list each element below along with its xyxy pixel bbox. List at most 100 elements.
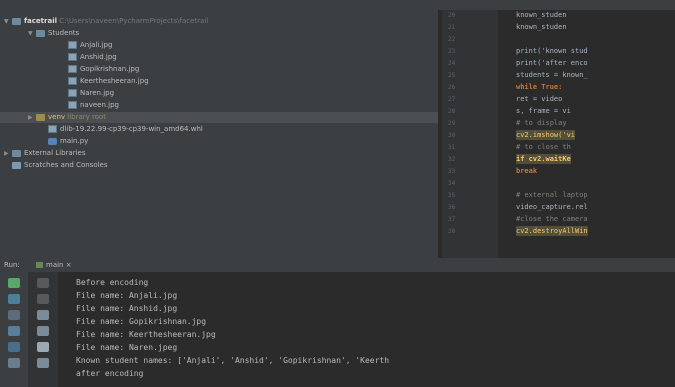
title-bar <box>0 0 675 10</box>
tree-folder-students[interactable]: ▼ Students <box>28 28 79 39</box>
scratches-icon <box>12 161 21 169</box>
wrench-icon[interactable] <box>8 294 20 304</box>
folder-icon <box>36 29 45 37</box>
root-path: C:\Users\naveen\PycharmProjects\facetrai… <box>59 17 209 25</box>
line-number: 25 <box>448 72 456 79</box>
file-label: dlib-19.22.99-cp39-cp39-win_amd64.whl <box>60 125 203 133</box>
venv-sublabel: library root <box>67 113 107 121</box>
print-icon[interactable] <box>8 342 20 352</box>
image-file-icon <box>68 77 77 85</box>
console-line: after encoding <box>76 369 144 378</box>
tree-file[interactable]: Anjali.jpg <box>68 40 112 51</box>
file-label: Anshid.jpg <box>80 53 117 61</box>
code-line: # external laptop <box>516 191 588 199</box>
chevron-right-icon[interactable]: ▶ <box>4 148 12 159</box>
tree-file-whl[interactable]: dlib-19.22.99-cp39-cp39-win_amd64.whl <box>48 124 203 135</box>
code-line: ret = video <box>516 95 563 103</box>
up-icon[interactable] <box>37 278 49 288</box>
tree-label: Scratches and Consoles <box>24 161 108 169</box>
chevron-down-icon[interactable]: ▼ <box>28 28 36 39</box>
pin-icon[interactable] <box>8 310 20 320</box>
code-line: #close the camera <box>516 215 588 223</box>
tab-main[interactable]: main × <box>36 258 72 272</box>
line-number: 23 <box>448 48 456 55</box>
tree-label: External Libraries <box>24 149 86 157</box>
line-number: 34 <box>448 180 456 187</box>
image-file-icon <box>68 101 77 109</box>
code-line: print('known stud <box>516 47 588 55</box>
tree-file[interactable]: Keerthesheeran.jpg <box>68 76 149 87</box>
line-number: 38 <box>448 228 456 235</box>
layout-icon[interactable] <box>37 342 49 352</box>
python-run-icon <box>36 262 43 268</box>
tab-label: main <box>46 261 64 269</box>
folder-icon <box>12 17 21 25</box>
editor-gutter: 20 21 22 23 24 25 26 27 28 29 30 31 32 33 34 35 36 37 38 <box>442 10 498 258</box>
code-line: cv2.imshow('vi <box>516 130 576 140</box>
image-file-icon <box>68 41 77 49</box>
line-number: 26 <box>448 84 456 91</box>
tree-scratches[interactable]: Scratches and Consoles <box>12 160 108 171</box>
tree-folder-venv[interactable]: ▶ venv library root <box>0 112 438 123</box>
scroll-icon[interactable] <box>8 326 20 336</box>
library-icon <box>12 149 21 157</box>
trash-icon[interactable] <box>8 358 20 368</box>
tree-file[interactable]: Gopikrishnan.jpg <box>68 64 139 75</box>
file-label: main.py <box>60 137 89 145</box>
run-toolbar-secondary <box>28 272 58 387</box>
tree-root[interactable]: ▼ facetrail C:\Users\naveen\PycharmProjec… <box>4 16 208 27</box>
settings-icon[interactable] <box>37 326 49 336</box>
soft-wrap-icon[interactable] <box>37 310 49 320</box>
code-line: print('after enco <box>516 59 588 67</box>
code-line: known_studen <box>516 23 567 31</box>
line-number: 36 <box>448 204 456 211</box>
close-icon[interactable] <box>37 358 49 368</box>
code-line: # to display <box>516 119 567 127</box>
console-line: Known student names: ['Anjali', 'Anshid'… <box>76 356 390 365</box>
line-number: 30 <box>448 132 456 139</box>
file-label: Gopikrishnan.jpg <box>80 65 140 73</box>
line-number: 33 <box>448 168 456 175</box>
code-line: known_studen <box>516 11 567 19</box>
line-number: 27 <box>448 96 456 103</box>
tree-file[interactable]: naveen.jpg <box>68 100 119 111</box>
code-line: s, frame = vi <box>516 107 571 115</box>
line-number: 24 <box>448 60 456 67</box>
project-tree: ▼ facetrail C:\Users\naveen\PycharmProjec… <box>0 10 438 258</box>
run-console[interactable]: Before encoding File name: Anjali.jpg File… <box>58 272 675 387</box>
image-file-icon <box>68 53 77 61</box>
console-line: File name: Naren.jpeg <box>76 343 178 352</box>
venv-label: venv <box>48 113 66 121</box>
line-number: 37 <box>448 216 456 223</box>
file-label: Naren.jpg <box>80 89 115 97</box>
image-file-icon <box>68 89 77 97</box>
folder-icon <box>36 113 45 121</box>
run-label: Run: <box>4 261 20 269</box>
code-line: # to close th <box>516 143 571 151</box>
line-number: 32 <box>448 156 456 163</box>
console-line: File name: Anshid.jpg <box>76 304 178 313</box>
chevron-down-icon[interactable]: ▼ <box>4 16 12 27</box>
image-file-icon <box>68 65 77 73</box>
tree-file-main[interactable]: main.py <box>48 136 88 147</box>
line-number: 28 <box>448 108 456 115</box>
code-line: break <box>516 167 538 175</box>
code-line: while True: <box>516 83 563 91</box>
tree-file[interactable]: Anshid.jpg <box>68 52 117 63</box>
code-line: if cv2.waitKe <box>516 154 571 164</box>
line-number: 31 <box>448 144 456 151</box>
line-number: 22 <box>448 36 456 43</box>
archive-file-icon <box>48 125 57 133</box>
run-panel-header: Run: main × <box>0 258 675 272</box>
code-editor[interactable]: known_studen known_studen print('known st… <box>498 10 675 258</box>
rerun-icon[interactable] <box>8 278 20 288</box>
code-line: cv2.destroyAllWin <box>516 226 588 236</box>
chevron-right-icon[interactable]: ▶ <box>28 112 36 123</box>
python-file-icon <box>48 137 57 145</box>
down-icon[interactable] <box>37 294 49 304</box>
tree-file[interactable]: Naren.jpg <box>68 88 114 99</box>
file-label: Anjali.jpg <box>80 41 113 49</box>
tree-external-libraries[interactable]: ▶ External Libraries <box>4 148 86 159</box>
folder-label: Students <box>48 29 80 37</box>
file-label: Keerthesheeran.jpg <box>80 77 149 85</box>
